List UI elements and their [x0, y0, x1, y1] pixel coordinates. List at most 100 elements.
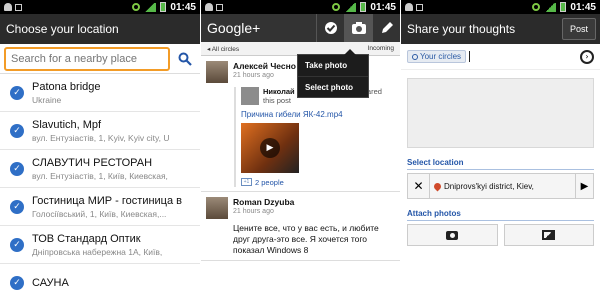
circle-icon	[412, 53, 418, 60]
place-address: Дніпровська набережна 1А, Київ,	[32, 246, 163, 257]
location-section: Select location ✕ Dniprovs'kyi district,…	[407, 158, 594, 199]
place-name: Гостиница МИР - гостиница в	[32, 194, 183, 207]
signal-icon	[344, 2, 357, 12]
take-photo-menu-item[interactable]: Take photo	[298, 55, 368, 76]
clock: 01:45	[370, 1, 396, 13]
place-item[interactable]: ✓ Slavutich, Mpf вул. Ентузіастів, 1, Ky…	[0, 112, 200, 150]
camera-popup-menu: Take photo Select photo	[297, 49, 369, 98]
android-icon	[4, 3, 12, 11]
check-circle-icon: ✓	[10, 199, 24, 214]
people-row[interactable]: +1 2 people	[241, 178, 395, 187]
place-address: Голосіївський, 1, Київ, Киевская,...	[32, 208, 167, 219]
stream-post[interactable]: Roman Dzyuba 21 hours ago Цените все, чт…	[201, 192, 400, 261]
audience-row: Your circles ›	[401, 44, 600, 70]
clock: 01:45	[570, 1, 596, 13]
post-body: Цените все, что у вас есть, и любите дру…	[233, 222, 379, 255]
signal-icon	[544, 2, 557, 12]
video-link[interactable]: Причина гибели ЯК-42.mp4	[241, 110, 395, 119]
share-header: Share your thoughts Post	[401, 14, 600, 44]
search-icon	[178, 52, 192, 66]
status-bar: 01:45	[201, 0, 400, 14]
location-row: ✕ Dniprovs'kyi district, Kiev, ▶	[407, 173, 594, 199]
place-item[interactable]: ✓ Patona bridge Ukraine	[0, 74, 200, 112]
gallery-button[interactable]	[503, 224, 594, 246]
select-photo-menu-item[interactable]: Select photo	[298, 76, 368, 97]
post-time: 21 hours ago	[233, 72, 274, 79]
search-input[interactable]	[4, 46, 170, 71]
video-thumbnail[interactable]: ▶	[241, 122, 299, 173]
android-icon	[205, 3, 213, 11]
place-name: ТОВ Стандард Оптик	[32, 232, 141, 245]
sync-icon	[132, 3, 141, 11]
location-value[interactable]: Dniprovs'kyi district, Kiev,	[430, 174, 575, 198]
checkin-button[interactable]	[316, 14, 344, 42]
camera-icon	[446, 230, 459, 240]
check-circle-icon: ✓	[10, 85, 24, 100]
post-author[interactable]: Алексей Чесно	[233, 61, 296, 71]
location-chevron-right-icon[interactable]: ▶	[575, 174, 593, 198]
post-button[interactable]: Post	[561, 18, 596, 40]
compose-button[interactable]	[372, 14, 400, 42]
place-item[interactable]: ✓ САУНА	[0, 264, 200, 294]
shared-content: Николай Шерзан originally shared this po…	[234, 87, 395, 187]
post-time: 21 hours ago	[233, 207, 274, 215]
share-thoughts-screen: 01:45 Share your thoughts Post Your circ…	[400, 0, 600, 294]
page-title: Choose your location	[0, 14, 200, 44]
screens: 01:45 Choose your location ✓ Patona brid…	[0, 0, 600, 294]
incoming-tab[interactable]: Incoming	[368, 45, 394, 52]
section-heading: Select location	[407, 158, 594, 170]
camera-button[interactable]	[344, 14, 372, 42]
section-heading: Attach photos	[407, 209, 594, 221]
place-list: ✓ Patona bridge Ukraine ✓ Slavutich, Mpf…	[0, 74, 200, 294]
add-circle-arrow-icon[interactable]: ›	[580, 49, 594, 64]
google-plus-logo[interactable]: Google+	[201, 20, 316, 36]
sync-icon	[332, 3, 341, 11]
android-icon	[405, 3, 413, 11]
place-name: Slavutich, Mpf	[32, 118, 102, 131]
avatar[interactable]	[241, 87, 259, 105]
place-item[interactable]: ✓ ТОВ Стандард Оптик Дніпровська набереж…	[0, 226, 200, 264]
status-bar: 01:45	[0, 0, 200, 14]
check-circle-icon: ✓	[10, 237, 24, 252]
clock: 01:45	[170, 1, 196, 13]
circle-chip[interactable]: Your circles	[407, 50, 467, 63]
take-photo-button[interactable]	[407, 224, 498, 246]
avatar[interactable]	[206, 61, 228, 83]
place-address: Ukraine	[32, 94, 62, 105]
people-count: 2 people	[255, 177, 284, 187]
photo-buttons	[407, 224, 594, 246]
place-item[interactable]: ✓ Гостиница МИР - гостиница в Голосіївсь…	[0, 188, 200, 226]
people-icon: +1	[241, 178, 252, 187]
place-address: вул. Ентузіастів, 1, Kyiv, Kyiv city, U	[32, 132, 170, 143]
choose-location-screen: 01:45 Choose your location ✓ Patona brid…	[0, 0, 200, 294]
check-circle-icon: ✓	[10, 161, 24, 176]
battery-icon	[560, 2, 567, 12]
remove-location-button[interactable]: ✕	[408, 174, 430, 198]
play-icon: ▶	[260, 137, 280, 158]
location-pin-icon	[432, 181, 443, 191]
text-cursor	[469, 51, 471, 62]
signal-icon	[144, 2, 157, 12]
place-address: вул. Ентузіастів, 1, Київ, Киевская,	[32, 170, 168, 181]
usb-icon	[416, 3, 423, 11]
place-name: САУНА	[32, 276, 69, 289]
gallery-icon	[542, 230, 556, 240]
google-plus-stream-screen: 01:45 Google+ ◂ All circles Incoming Але…	[200, 0, 400, 294]
check-circle-icon: ✓	[10, 123, 24, 138]
status-bar: 01:45	[401, 0, 600, 14]
place-name: СЛАВУТИЧ РЕСТОРАН	[32, 156, 153, 169]
attach-photos-section: Attach photos	[407, 209, 594, 246]
sync-icon	[532, 3, 541, 11]
camera-icon	[351, 22, 366, 34]
all-circles-tab[interactable]: ◂ All circles	[207, 45, 239, 53]
post-text-area[interactable]	[407, 78, 594, 148]
battery-icon	[360, 2, 367, 12]
app-header: Google+	[201, 14, 400, 42]
search-button[interactable]	[174, 48, 196, 70]
avatar[interactable]	[206, 196, 228, 219]
usb-icon	[15, 3, 22, 11]
check-icon	[324, 22, 337, 34]
place-name: Patona bridge	[32, 80, 101, 93]
place-item[interactable]: ✓ СЛАВУТИЧ РЕСТОРАН вул. Ентузіастів, 1,…	[0, 150, 200, 188]
post-author[interactable]: Roman Dzyuba	[233, 197, 294, 207]
